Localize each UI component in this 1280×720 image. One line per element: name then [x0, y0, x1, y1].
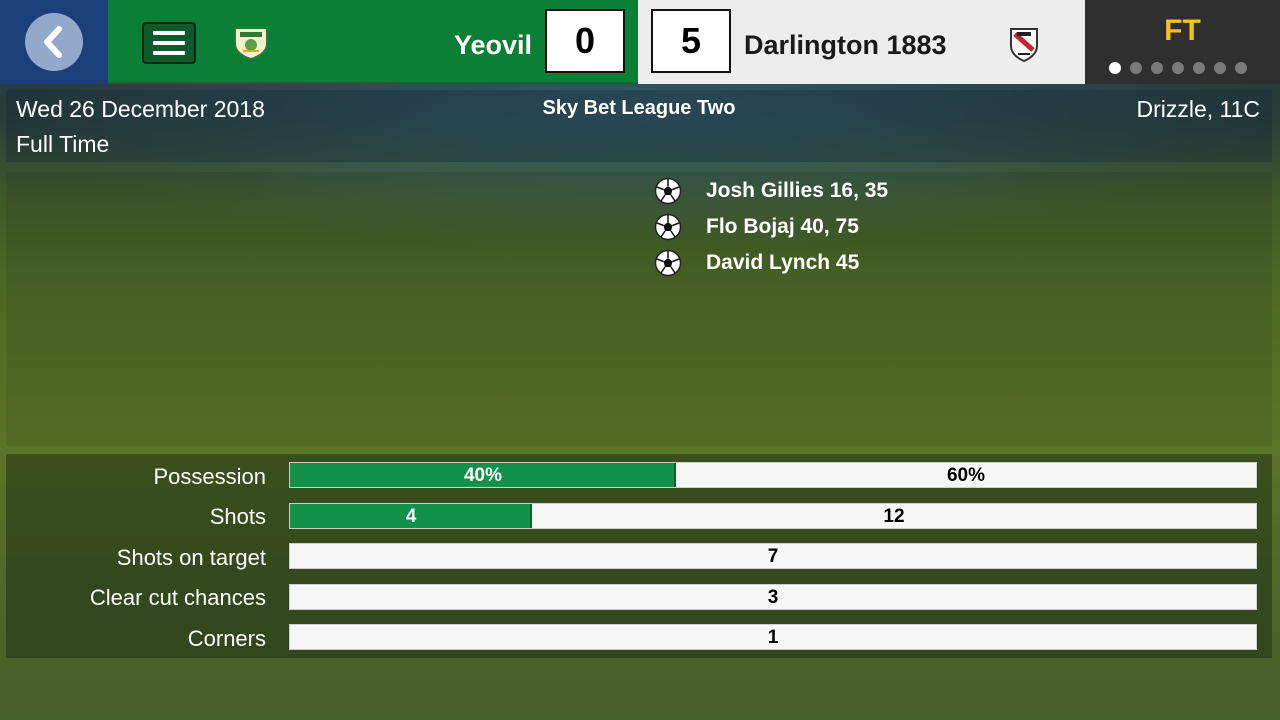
page-dot[interactable]	[1109, 62, 1121, 74]
away-score: 5	[651, 9, 731, 73]
hamburger-menu-icon-bar	[153, 51, 185, 55]
stat-bar-clear-cut-chances: 3	[289, 584, 1257, 610]
away-team-name[interactable]: Darlington 1883	[744, 30, 947, 61]
stat-label-possession: Possession	[153, 464, 266, 489]
darlington-crest-icon	[1010, 28, 1038, 62]
match-status-text: Full Time	[16, 131, 110, 157]
page-dot[interactable]	[1172, 62, 1184, 74]
page-indicator[interactable]	[1109, 62, 1247, 74]
page-dot[interactable]	[1214, 62, 1226, 74]
away-team-panel: 5 Darlington 1883	[638, 0, 1085, 84]
home-team-name[interactable]: Yeovil	[454, 30, 532, 61]
match-info-strip: Wed 26 December 2018 Full Time Sky Bet L…	[6, 90, 1272, 162]
page-dot[interactable]	[1193, 62, 1205, 74]
scorer-name[interactable]: Josh Gillies 16, 35	[706, 179, 888, 203]
stat-label-corners: Corners	[187, 626, 266, 651]
stat-bar-possession: 40% 60%	[289, 462, 1257, 488]
stat-label-shots: Shots	[209, 504, 266, 529]
weather-text: Drizzle, 11C	[1136, 96, 1260, 122]
hamburger-menu-icon-bar	[153, 41, 185, 45]
match-stats-panel: Possession 40% 60% Shots 4 12 Shots on t…	[6, 454, 1272, 658]
goal-scorers-panel	[6, 172, 1272, 446]
stat-value: 7	[767, 546, 779, 567]
home-score: 0	[545, 9, 625, 73]
page-dot[interactable]	[1235, 62, 1247, 74]
menu-button[interactable]	[142, 22, 196, 64]
stat-bar-corners: 1	[289, 624, 1257, 650]
match-header: Yeovil 0 5 Darlington 1883 FT	[0, 0, 1280, 84]
away-value: 60%	[946, 465, 986, 486]
stat-label-clear-cut-chances: Clear cut chances	[89, 585, 266, 610]
stat-value: 1	[767, 627, 779, 648]
yeovil-crest-icon	[234, 27, 268, 60]
match-status-panel[interactable]: FT	[1085, 0, 1280, 84]
hamburger-menu-icon-bar	[153, 31, 185, 35]
scorer-row: Flo Bojaj 40, 75	[654, 212, 859, 242]
football-icon	[654, 213, 682, 241]
home-value: 4	[405, 506, 417, 527]
back-icon-circle[interactable]	[25, 13, 83, 71]
stat-bar-shots: 4 12	[289, 503, 1257, 529]
home-team-panel: Yeovil 0	[108, 0, 638, 84]
scorer-name[interactable]: Flo Bojaj 40, 75	[706, 215, 859, 239]
chevron-left-icon	[44, 26, 62, 58]
stat-value: 3	[767, 587, 779, 608]
page-dot[interactable]	[1130, 62, 1142, 74]
home-value: 40%	[463, 465, 503, 486]
stat-label-shots-on-target: Shots on target	[116, 545, 266, 570]
scorer-name[interactable]: David Lynch 45	[706, 251, 859, 275]
scorer-row: Josh Gillies 16, 35	[654, 176, 888, 206]
page-dot[interactable]	[1151, 62, 1163, 74]
scorer-row: David Lynch 45	[654, 248, 859, 278]
back-button[interactable]	[0, 0, 108, 84]
football-icon	[654, 177, 682, 205]
competition-name: Sky Bet League Two	[542, 97, 736, 119]
stat-bar-shots-on-target: 7	[289, 543, 1257, 569]
away-value: 12	[883, 506, 905, 527]
full-time-badge: FT	[1164, 14, 1201, 47]
football-icon	[654, 249, 682, 277]
